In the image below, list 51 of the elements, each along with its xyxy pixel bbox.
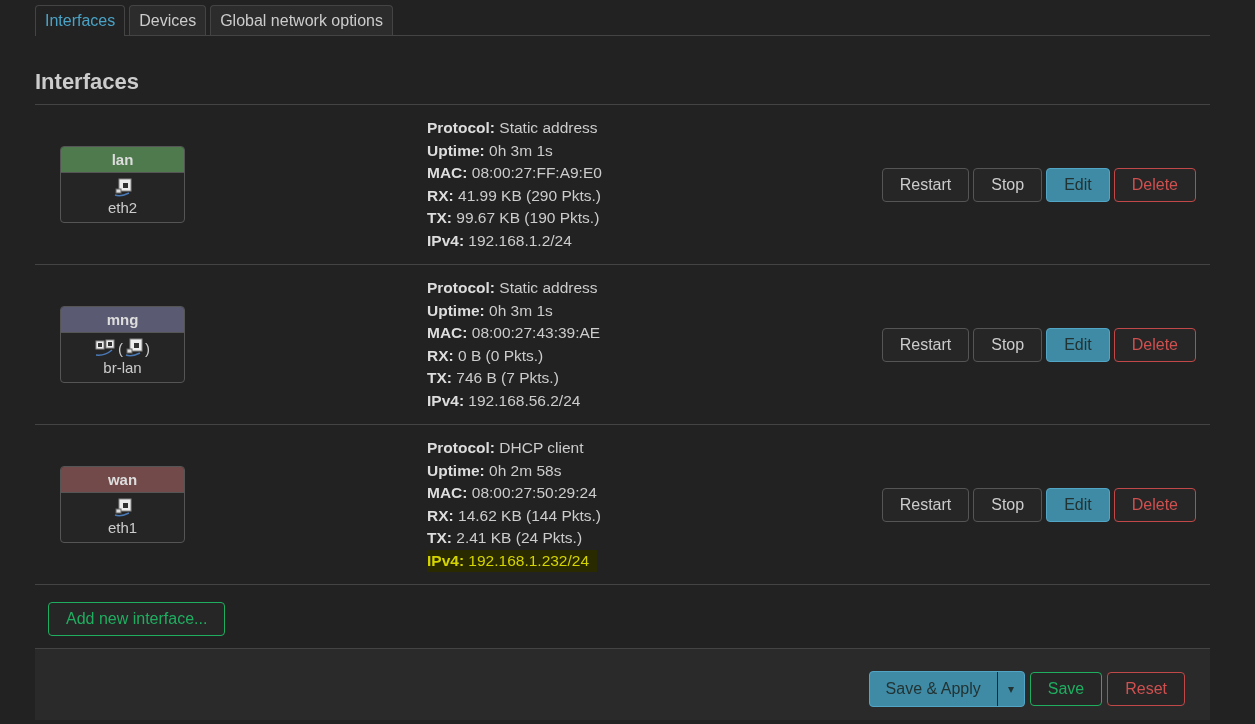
action-button[interactable]: Restart — [881, 327, 970, 362]
action-button[interactable]: Delete — [1113, 327, 1196, 362]
status-line: MAC: 08:00:27:FF:A9:E0 — [427, 163, 602, 183]
interface-name: wan — [61, 467, 184, 493]
action-button[interactable]: Restart — [881, 487, 970, 522]
add-interface-button[interactable]: Add new interface... — [48, 602, 226, 636]
section-title: Interfaces — [35, 36, 1210, 105]
action-button[interactable]: Edit — [1046, 487, 1110, 522]
ethernet-port-icon — [124, 338, 144, 358]
action-button[interactable]: Restart — [881, 167, 970, 202]
status-line: Uptime: 0h 3m 1s — [427, 140, 553, 161]
status-line: Uptime: 0h 2m 58s — [427, 460, 562, 481]
status-line: Uptime: 0h 3m 1s — [427, 300, 553, 321]
save-button[interactable]: Save — [1029, 671, 1103, 706]
device-name: eth1 — [106, 518, 139, 538]
status-line: Protocol: Static address — [427, 278, 598, 298]
interface-name: mng — [61, 307, 184, 333]
action-button[interactable]: Stop — [973, 327, 1043, 362]
status-line: Protocol: DHCP client — [427, 438, 584, 458]
status-line: RX: 14.62 KB (144 Pkts.) — [427, 505, 602, 526]
ethernet-port-icon — [112, 498, 133, 518]
action-button[interactable]: Edit — [1046, 167, 1110, 202]
dropdown-toggle[interactable]: ▾ — [996, 671, 1024, 706]
device-name: br-lan — [102, 358, 143, 378]
action-button[interactable]: Delete — [1113, 167, 1196, 202]
device-name: eth2 — [106, 198, 139, 218]
action-button[interactable]: Edit — [1046, 327, 1110, 362]
status-line: TX: 2.41 KB (24 Pkts.) — [427, 528, 583, 548]
interface-name: lan — [61, 147, 184, 173]
bracket-text: ) — [145, 339, 150, 357]
action-button[interactable]: Delete — [1113, 487, 1196, 522]
status-line: RX: 41.99 KB (290 Pkts.) — [427, 185, 602, 206]
status-line: Protocol: Static address — [427, 118, 598, 138]
reset-button[interactable]: Reset — [1107, 671, 1185, 706]
bracket-text: ( — [118, 339, 123, 357]
status-line: IPv4: 192.168.1.2/24 — [427, 230, 572, 251]
status-line: TX: 746 B (7 Pkts.) — [427, 368, 559, 388]
tab[interactable]: Interfaces — [35, 5, 126, 36]
status-line: IPv4: 192.168.56.2/24 — [427, 390, 581, 411]
save-apply-label[interactable]: Save & Apply — [869, 671, 997, 706]
bridge-ports-icon — [95, 339, 117, 357]
action-button[interactable]: Stop — [973, 487, 1043, 522]
status-line: MAC: 08:00:27:50:29:24 — [427, 483, 597, 503]
save-apply-button[interactable]: Save & Apply ▾ — [868, 670, 1025, 707]
status-line: TX: 99.67 KB (190 Pkts.) — [427, 208, 600, 228]
status-line: MAC: 08:00:27:43:39:AE — [427, 323, 601, 343]
action-button[interactable]: Stop — [973, 167, 1043, 202]
tab[interactable]: Devices — [129, 5, 207, 35]
tab[interactable]: Global network options — [210, 5, 393, 35]
status-line: RX: 0 B (0 Pkts.) — [427, 345, 544, 366]
ethernet-port-icon — [112, 178, 133, 198]
